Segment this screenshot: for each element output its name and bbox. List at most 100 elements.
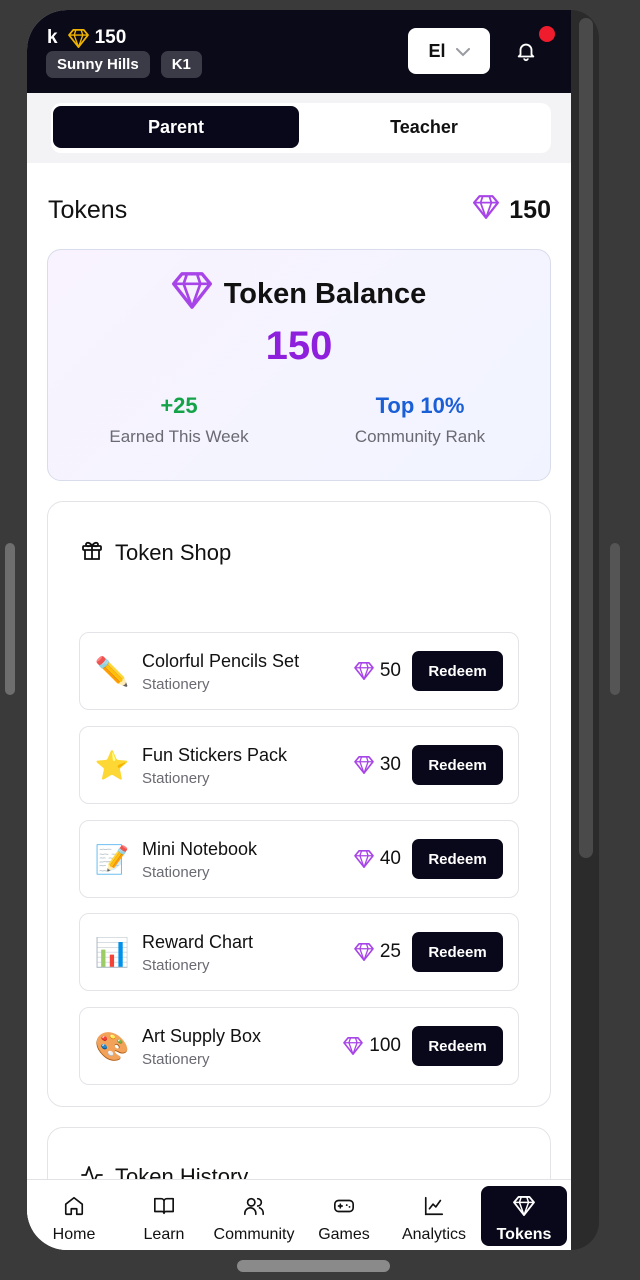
device-side-button-right xyxy=(610,543,620,695)
nav-label: Tokens xyxy=(496,1226,552,1243)
pencil-icon: ✏️ xyxy=(94,655,130,687)
user-initial: k xyxy=(47,27,58,48)
book-icon xyxy=(153,1193,175,1219)
notification-dot xyxy=(539,26,555,42)
price-value: 25 xyxy=(379,941,401,962)
nav-home[interactable]: Home xyxy=(31,1186,117,1246)
shop-item-price: 25 xyxy=(354,941,401,963)
nav-games[interactable]: Games xyxy=(301,1186,387,1246)
shop-item: ⭐ Fun Stickers Pack Stationery 30 Redeem xyxy=(79,726,519,804)
redeem-button[interactable]: Redeem xyxy=(412,1026,503,1066)
gem-icon xyxy=(354,662,374,680)
role-teacher-tab[interactable]: Teacher xyxy=(301,106,547,148)
shop-item: ✏️ Colorful Pencils Set Stationery 50 Re… xyxy=(79,632,519,710)
palette-icon: 🎨 xyxy=(94,1030,130,1062)
gem-icon xyxy=(343,1037,364,1055)
chevron-down-icon xyxy=(455,41,470,62)
redeem-button[interactable]: Redeem xyxy=(412,651,503,691)
gem-icon xyxy=(513,1193,535,1219)
shop-item: 🎨 Art Supply Box Stationery 100 Redeem xyxy=(79,1007,519,1085)
top-header: k 150 Sunny Hills K1 El xyxy=(27,10,571,93)
redeem-button[interactable]: Redeem xyxy=(412,932,503,972)
gem-icon xyxy=(171,272,212,317)
price-value: 50 xyxy=(379,660,401,681)
notebook-icon: 📝 xyxy=(94,843,130,875)
nav-tokens[interactable]: Tokens xyxy=(481,1186,567,1246)
users-icon xyxy=(243,1193,265,1219)
nav-label: Learn xyxy=(143,1226,185,1243)
earned-value: +25 xyxy=(160,393,198,418)
user-chips: Sunny Hills K1 xyxy=(46,51,202,78)
bottom-nav: Home Learn Community Games Analytics Tok… xyxy=(27,1179,571,1250)
token-balance-summary: 150 xyxy=(473,195,551,226)
balance-card-value: 150 xyxy=(265,324,333,368)
token-balance-card: Token Balance 150 +25 Earned This Week T… xyxy=(47,249,551,481)
community-rank-stat: Top 10% Community Rank xyxy=(310,393,530,447)
school-chip: Sunny Hills xyxy=(46,51,150,78)
bar-chart-icon: 📊 xyxy=(94,936,130,968)
shop-item-price: 50 xyxy=(354,660,401,682)
grade-chip: K1 xyxy=(160,51,202,78)
header-token-count: 150 xyxy=(94,27,127,48)
gem-icon xyxy=(354,850,374,868)
role-parent-tab[interactable]: Parent xyxy=(53,106,299,148)
nav-analytics[interactable]: Analytics xyxy=(391,1186,477,1246)
shop-item-category: Stationery xyxy=(142,1051,210,1068)
home-indicator[interactable] xyxy=(237,1260,390,1272)
role-switch-bar: Parent Teacher xyxy=(27,93,571,163)
shop-item-category: Stationery xyxy=(142,770,210,787)
shop-item: 📊 Reward Chart Stationery 25 Redeem xyxy=(79,913,519,991)
shop-item-name: Mini Notebook xyxy=(142,839,258,859)
price-value: 30 xyxy=(379,754,401,775)
home-icon xyxy=(63,1193,85,1219)
language-value: El xyxy=(428,40,446,61)
shop-item-category: Stationery xyxy=(142,864,210,881)
balance-card-header: Token Balance xyxy=(48,272,550,317)
chart-line-icon xyxy=(423,1193,445,1219)
shop-item-category: Stationery xyxy=(142,676,210,693)
shop-item-price: 30 xyxy=(354,754,401,776)
token-shop-card: Token Shop ✏️ Colorful Pencils Set Stati… xyxy=(47,501,551,1107)
nav-label: Analytics xyxy=(401,1226,467,1243)
device-frame-edge xyxy=(571,10,599,1250)
shop-item-name: Colorful Pencils Set xyxy=(142,651,300,671)
price-value: 40 xyxy=(379,848,401,869)
shop-item-name: Reward Chart xyxy=(142,932,254,952)
gem-icon xyxy=(354,756,374,774)
shop-item-category: Stationery xyxy=(142,957,210,974)
shop-item-name: Art Supply Box xyxy=(142,1026,262,1046)
nav-learn[interactable]: Learn xyxy=(121,1186,207,1246)
language-select[interactable]: El xyxy=(408,28,490,74)
gamepad-icon xyxy=(333,1193,355,1219)
earned-this-week-stat: +25 Earned This Week xyxy=(69,393,289,447)
nav-label: Community xyxy=(213,1226,295,1243)
token-shop-header: Token Shop xyxy=(80,538,231,568)
earned-label: Earned This Week xyxy=(109,427,249,446)
price-value: 100 xyxy=(369,1035,401,1056)
app-screen: k 150 Sunny Hills K1 El Parent Teacher T… xyxy=(27,10,571,1250)
redeem-button[interactable]: Redeem xyxy=(412,745,503,785)
page-title: Tokens xyxy=(48,196,128,224)
gem-icon xyxy=(354,943,374,961)
rank-value: Top 10% xyxy=(375,393,465,418)
gem-icon xyxy=(473,195,500,226)
bell-icon[interactable] xyxy=(515,40,537,67)
user-summary: k 150 xyxy=(47,27,126,49)
shop-item-price: 100 xyxy=(343,1035,401,1057)
role-switch: Parent Teacher xyxy=(51,103,551,153)
rank-label: Community Rank xyxy=(354,427,486,446)
scrollbar[interactable] xyxy=(579,18,593,858)
redeem-button[interactable]: Redeem xyxy=(412,839,503,879)
shop-item-name: Fun Stickers Pack xyxy=(142,745,288,765)
token-balance-value: 150 xyxy=(509,196,551,224)
nav-label: Home xyxy=(52,1226,96,1243)
star-icon: ⭐ xyxy=(94,749,130,781)
token-shop-title: Token Shop xyxy=(115,540,232,565)
device-side-button xyxy=(5,543,15,695)
gift-icon xyxy=(80,538,104,568)
shop-item-price: 40 xyxy=(354,848,401,870)
nav-community[interactable]: Community xyxy=(211,1186,297,1246)
shop-item: 📝 Mini Notebook Stationery 40 Redeem xyxy=(79,820,519,898)
gem-icon xyxy=(67,28,89,48)
balance-card-title: Token Balance xyxy=(223,278,427,310)
